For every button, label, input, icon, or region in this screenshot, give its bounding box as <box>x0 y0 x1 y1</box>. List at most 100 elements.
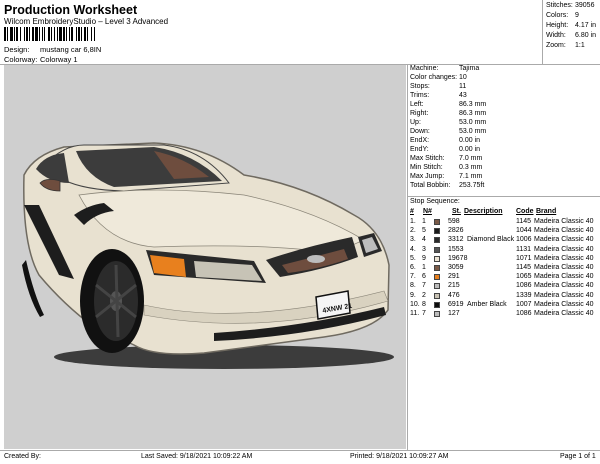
row-index: 3. <box>410 236 416 244</box>
max-jump-value: 7.1 mm <box>459 173 483 180</box>
row-brand: Madeira Classic 40 <box>534 245 594 253</box>
car-embroidery-image: 4XNW 21 <box>22 142 394 369</box>
color-swatch <box>434 219 440 225</box>
row-stitches: 215 <box>448 282 460 290</box>
row-needle: 4 <box>422 236 426 244</box>
row-index: 5. <box>410 254 416 262</box>
row-needle: 1 <box>422 264 426 271</box>
col-stitches: St. <box>452 208 461 215</box>
row-brand: Madeira Classic 40 <box>534 264 594 271</box>
row-brand: Madeira Classic 40 <box>534 218 594 225</box>
machine-info: Machine: Tajima Color changes: 10 Stops:… <box>410 65 600 205</box>
endx-value: 0.00 in <box>459 137 481 144</box>
barcode <box>4 27 95 41</box>
page-number: Page 1 of 1 <box>560 453 596 460</box>
color-swatch <box>434 265 440 271</box>
row-stitches: 476 <box>448 291 460 299</box>
row-brand: Madeira Classic 40 <box>534 227 594 235</box>
col-needle: N# <box>423 208 432 215</box>
row-stitches: 2826 <box>448 227 464 235</box>
stops-value: 11 <box>459 83 467 90</box>
color-swatch <box>434 311 440 317</box>
color-swatch <box>434 228 440 235</box>
height-label: Height: <box>546 22 569 29</box>
width-label: Width: <box>546 32 566 39</box>
row-index: 10. <box>410 300 420 308</box>
up-value: 53.0 mm <box>459 119 487 126</box>
row-description: Diamond Black <box>467 236 515 244</box>
color-swatch <box>434 301 440 308</box>
row-needle: 3 <box>422 245 426 253</box>
footer-divider <box>0 450 600 451</box>
row-code: 1145 <box>516 218 532 225</box>
endy-value: 0.00 in <box>459 146 481 153</box>
row-needle: 7 <box>422 310 426 317</box>
row-stitches: 127 <box>448 310 460 317</box>
colors-label: Colors: <box>546 12 569 19</box>
min-stitch-label: Min Stitch: <box>410 164 443 171</box>
row-code: 1006 <box>516 236 532 244</box>
printed-date: Printed: 9/18/2021 10:09:27 AM <box>350 453 449 460</box>
software-name: Wilcom EmbroideryStudio – Level 3 Advanc… <box>4 17 169 26</box>
info-divider <box>408 196 600 197</box>
colorway-label: Colorway: <box>4 55 38 64</box>
row-brand: Madeira Classic 40 <box>534 291 594 299</box>
total-bobbin-label: Total Bobbin: <box>410 182 451 189</box>
row-stitches: 6919 <box>448 300 464 308</box>
col-brand: Brand <box>536 208 557 215</box>
row-description: Amber Black <box>467 300 507 308</box>
row-index: 4. <box>410 245 416 253</box>
row-needle: 8 <box>422 300 426 308</box>
row-brand: Madeira Classic 40 <box>534 254 594 262</box>
row-index: 2. <box>410 227 416 235</box>
row-index: 11. <box>410 310 420 317</box>
zoom-label: Zoom: <box>546 42 566 49</box>
row-code: 1086 <box>516 282 532 290</box>
down-value: 53.0 mm <box>459 128 487 135</box>
row-code: 1071 <box>516 254 532 262</box>
right-label: Right: <box>410 110 429 117</box>
design-preview: 4XNW 21 <box>4 65 406 449</box>
color-changes-label: Color changes: <box>410 74 458 81</box>
max-jump-label: Max Jump: <box>410 173 445 180</box>
right-value: 86.3 mm <box>459 110 487 117</box>
row-stitches: 1553 <box>448 245 464 253</box>
row-stitches: 3312 <box>448 236 464 244</box>
row-needle: 9 <box>422 254 426 262</box>
row-stitches: 3059 <box>448 264 464 271</box>
row-code: 1044 <box>516 227 532 235</box>
row-code: 1339 <box>516 291 532 299</box>
color-swatch <box>434 292 440 299</box>
col-code: Code <box>516 208 534 215</box>
row-code: 1086 <box>516 310 532 317</box>
row-index: 8. <box>410 282 416 290</box>
row-index: 1. <box>410 218 416 225</box>
endx-label: EndX: <box>410 137 430 144</box>
machine-value: Tajima <box>459 65 480 72</box>
row-brand: Madeira Classic 40 <box>534 273 594 281</box>
max-stitch-label: Max Stitch: <box>410 155 445 162</box>
row-brand: Madeira Classic 40 <box>534 282 594 290</box>
row-code: 1131 <box>516 245 532 253</box>
endy-label: EndY: <box>410 146 429 153</box>
row-needle: 7 <box>422 282 426 290</box>
row-index: 7. <box>410 273 416 281</box>
stop-sequence: Stop Sequence: # N# St. Description Code… <box>410 198 600 323</box>
stitches-value: 39056 <box>575 2 595 9</box>
wheel <box>80 249 144 353</box>
total-bobbin-value: 253.75ft <box>459 182 485 189</box>
design-label: Design: <box>4 45 30 54</box>
max-stitch-value: 7.0 mm <box>459 155 483 162</box>
row-code: 1007 <box>516 300 532 308</box>
height-value: 4.17 in <box>575 22 597 29</box>
row-brand: Madeira Classic 40 <box>534 300 594 308</box>
zoom-value: 1:1 <box>575 42 585 49</box>
color-swatch <box>434 274 440 281</box>
row-needle: 5 <box>422 227 426 235</box>
left-value: 86.3 mm <box>459 101 487 108</box>
row-stitches: 19678 <box>448 254 468 262</box>
created-by: Created By: <box>4 453 41 460</box>
left-label: Left: <box>410 101 424 108</box>
stops-label: Stops: <box>410 83 430 90</box>
worksheet-title: Production Worksheet <box>4 3 138 17</box>
